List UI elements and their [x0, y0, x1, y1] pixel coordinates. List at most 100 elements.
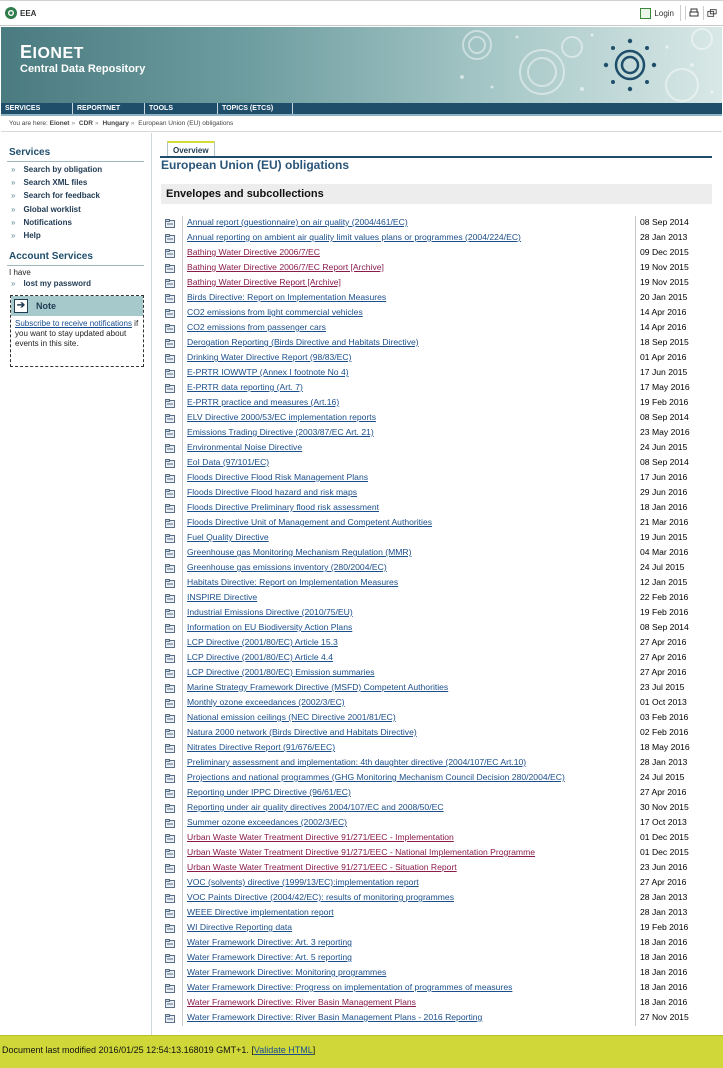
envelope-link[interactable]: Industrial Emissions Directive (2010/75/… — [187, 607, 353, 617]
envelope-link[interactable]: Natura 2000 network (Birds Directive and… — [187, 727, 417, 737]
envelope-link[interactable]: Water Framework Directive: River Basin M… — [187, 1012, 482, 1022]
folder-icon[interactable] — [165, 294, 175, 303]
envelope-link[interactable]: Bathing Water Directive 2006/7/EC Report… — [187, 262, 384, 272]
envelope-link[interactable]: E-PRTR data reporting (Art. 7) — [187, 382, 303, 392]
validate-html-link[interactable]: Validate HTML — [254, 1045, 313, 1055]
envelope-link[interactable]: Floods Directive Flood Risk Management P… — [187, 472, 368, 482]
folder-icon[interactable] — [165, 714, 175, 723]
folder-icon[interactable] — [165, 384, 175, 393]
folder-icon[interactable] — [165, 234, 175, 243]
envelope-link[interactable]: Bathing Water Directive Report [Archive] — [187, 277, 341, 287]
envelope-link[interactable]: Greenhouse gas emissions inventory (280/… — [187, 562, 387, 572]
envelope-link[interactable]: Derogation Reporting (Birds Directive an… — [187, 337, 419, 347]
envelope-link[interactable]: EoI Data (97/101/EC) — [187, 457, 269, 467]
sidebar-item-search-xml[interactable]: » Search XML files — [11, 178, 87, 187]
site-title[interactable]: EIONET — [20, 42, 84, 63]
envelope-link[interactable]: Emissions Trading Directive (2003/87/EC … — [187, 427, 374, 437]
folder-icon[interactable] — [165, 864, 175, 873]
envelope-link[interactable]: Reporting under IPPC Directive (96/61/EC… — [187, 787, 351, 797]
folder-icon[interactable] — [165, 219, 175, 228]
folder-icon[interactable] — [165, 669, 175, 678]
folder-icon[interactable] — [165, 564, 175, 573]
folder-icon[interactable] — [165, 474, 175, 483]
folder-icon[interactable] — [165, 534, 175, 543]
folder-icon[interactable] — [165, 489, 175, 498]
eea-logo[interactable]: EEA — [4, 5, 36, 21]
lost-password-link[interactable]: » lost my password — [11, 279, 91, 288]
folder-icon[interactable] — [165, 774, 175, 783]
envelope-link[interactable]: LCP Directive (2001/80/EC) Article 15.3 — [187, 637, 338, 647]
folder-icon[interactable] — [165, 444, 175, 453]
folder-icon[interactable] — [165, 249, 175, 258]
login-button[interactable]: Login — [640, 5, 681, 21]
envelope-link[interactable]: National emission ceilings (NEC Directiv… — [187, 712, 396, 722]
folder-icon[interactable] — [165, 414, 175, 423]
envelope-link[interactable]: Marine Strategy Framework Directive (MSF… — [187, 682, 448, 692]
folder-icon[interactable] — [165, 894, 175, 903]
envelope-link[interactable]: ELV Directive 2000/53/EC implementation … — [187, 412, 376, 422]
sidebar-item-help[interactable]: » Help — [11, 231, 41, 240]
folder-icon[interactable] — [165, 939, 175, 948]
folder-icon[interactable] — [165, 279, 175, 288]
folder-icon[interactable] — [165, 324, 175, 333]
envelope-link[interactable]: Projections and national programmes (GHG… — [187, 772, 565, 782]
sidebar-item-search-obligation[interactable]: » Search by obligation — [11, 165, 102, 174]
breadcrumb-hungary[interactable]: Hungary — [102, 120, 128, 127]
folder-icon[interactable] — [165, 849, 175, 858]
envelope-link[interactable]: Urban Waste Water Treatment Directive 91… — [187, 862, 457, 872]
envelope-link[interactable]: Summer ozone exceedances (2002/3/EC) — [187, 817, 347, 827]
envelope-link[interactable]: Birds Directive: Report on Implementatio… — [187, 292, 386, 302]
envelope-link[interactable]: Reporting under air quality directives 2… — [187, 802, 444, 812]
folder-icon[interactable] — [165, 609, 175, 618]
folder-icon[interactable] — [165, 744, 175, 753]
folder-icon[interactable] — [165, 459, 175, 468]
envelope-link[interactable]: Nitrates Directive Report (91/676/EEC) — [187, 742, 335, 752]
folder-icon[interactable] — [165, 549, 175, 558]
folder-icon[interactable] — [165, 729, 175, 738]
sidebar-item-notifications[interactable]: » Notifications — [11, 218, 72, 227]
folder-icon[interactable] — [165, 1014, 175, 1023]
menu-topics[interactable]: TOPICS (ETCS) — [218, 103, 293, 114]
folder-icon[interactable] — [165, 954, 175, 963]
breadcrumb-cdr[interactable]: CDR — [79, 120, 93, 127]
envelope-link[interactable]: WI Directive Reporting data — [187, 922, 292, 932]
folder-icon[interactable] — [165, 789, 175, 798]
folder-icon[interactable] — [165, 819, 175, 828]
envelope-link[interactable]: Water Framework Directive: Art. 5 report… — [187, 952, 352, 962]
envelope-link[interactable]: Water Framework Directive: Monitoring pr… — [187, 967, 386, 977]
envelope-link[interactable]: LCP Directive (2001/80/EC) Emission summ… — [187, 667, 375, 677]
menu-tools[interactable]: TOOLS — [145, 103, 218, 114]
envelope-link[interactable]: Urban Waste Water Treatment Directive 91… — [187, 847, 535, 857]
folder-icon[interactable] — [165, 339, 175, 348]
sidebar-item-global-worklist[interactable]: » Global worklist — [11, 205, 81, 214]
envelope-link[interactable]: Drinking Water Directive Report (98/83/E… — [187, 352, 351, 362]
envelope-link[interactable]: CO2 emissions from passenger cars — [187, 322, 326, 332]
envelope-link[interactable]: INSPIRE Directive — [187, 592, 257, 602]
envelope-link[interactable]: Bathing Water Directive 2006/7/EC — [187, 247, 320, 257]
envelope-link[interactable]: E-PRTR practice and measures (Art.16) — [187, 397, 339, 407]
tab-overview[interactable]: Overview — [167, 141, 215, 157]
envelope-link[interactable]: Habitats Directive: Report on Implementa… — [187, 577, 398, 587]
folder-icon[interactable] — [165, 699, 175, 708]
folder-icon[interactable] — [165, 879, 175, 888]
fullscreen-button[interactable] — [703, 6, 717, 20]
envelope-link[interactable]: Information on EU Biodiversity Action Pl… — [187, 622, 352, 632]
envelope-link[interactable]: Environmental Noise Directive — [187, 442, 302, 452]
folder-icon[interactable] — [165, 519, 175, 528]
envelope-link[interactable]: Floods Directive Preliminary flood risk … — [187, 502, 379, 512]
sidebar-item-search-feedback[interactable]: » Search for feedback — [11, 191, 100, 200]
envelope-link[interactable]: E-PRTR IOWWTP (Annex I footnote No 4) — [187, 367, 349, 377]
envelope-link[interactable]: VOC (solvents) directive (1999/13/EC):im… — [187, 877, 419, 887]
folder-icon[interactable] — [165, 639, 175, 648]
print-button[interactable] — [685, 6, 699, 20]
folder-icon[interactable] — [165, 804, 175, 813]
envelope-link[interactable]: WEEE Directive implementation report — [187, 907, 334, 917]
folder-icon[interactable] — [165, 684, 175, 693]
folder-icon[interactable] — [165, 579, 175, 588]
folder-icon[interactable] — [165, 264, 175, 273]
menu-services[interactable]: SERVICES — [1, 103, 73, 114]
envelope-link[interactable]: Monthly ozone exceedances (2002/3/EC) — [187, 697, 345, 707]
subscribe-link[interactable]: Subscribe to receive notifications — [15, 319, 132, 328]
folder-icon[interactable] — [165, 999, 175, 1008]
folder-icon[interactable] — [165, 354, 175, 363]
